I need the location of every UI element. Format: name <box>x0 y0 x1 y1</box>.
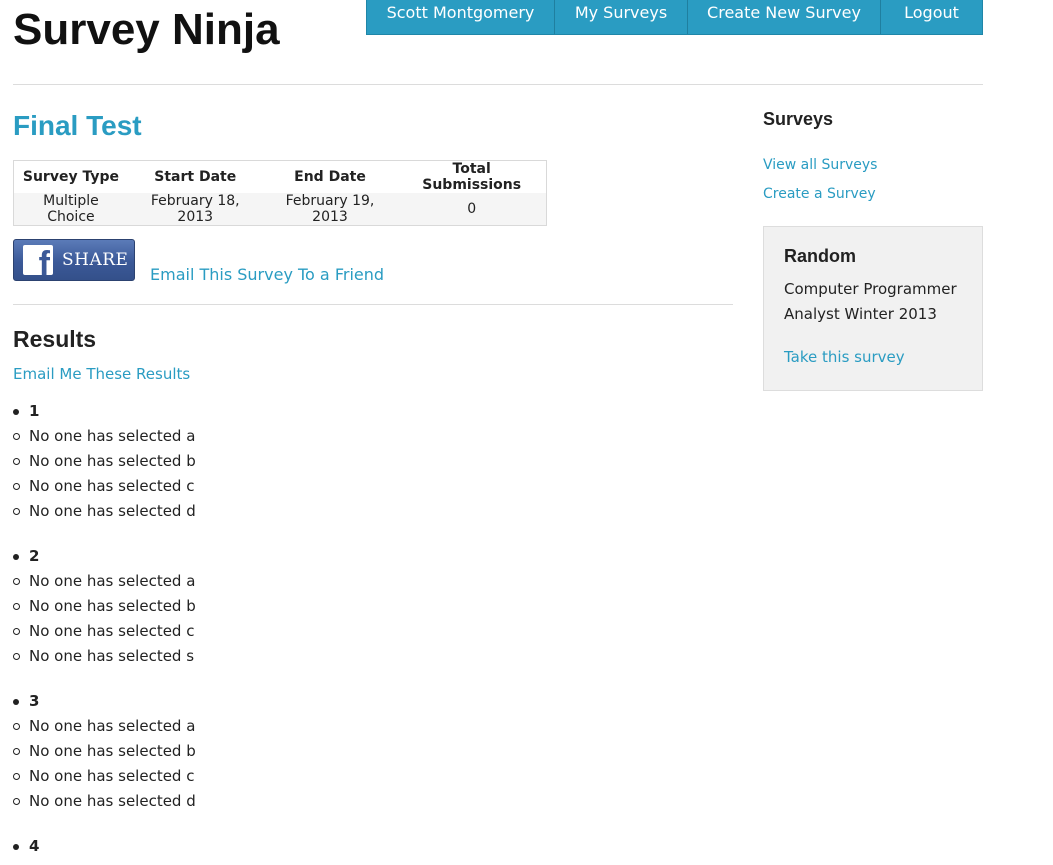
answer-text: No one has selected d <box>29 792 196 810</box>
list-item: No one has selected c <box>13 474 713 499</box>
answer-text: No one has selected c <box>29 477 195 495</box>
random-survey-name: Computer Programmer Analyst Winter 2013 <box>784 280 957 323</box>
create-survey-link[interactable]: Create a Survey <box>763 185 876 203</box>
header-divider <box>13 84 983 85</box>
bullet-circle-icon <box>13 628 20 635</box>
answer-text: No one has selected a <box>29 427 196 445</box>
list-item: No one has selected c <box>13 619 713 644</box>
sidebar-title: Surveys <box>763 109 834 129</box>
content-divider <box>13 304 733 305</box>
header-end-date: End Date <box>262 160 398 193</box>
answer-text: No one has selected c <box>29 767 195 785</box>
bullet-circle-icon <box>13 458 20 465</box>
table-header-row: Survey Type Start Date End Date Total Su… <box>13 160 547 193</box>
top-nav: Scott Montgomery My Surveys Create New S… <box>366 0 983 35</box>
question-number: 2 <box>13 544 713 569</box>
header-start-date: Start Date <box>127 160 263 193</box>
bullet-circle-icon <box>13 773 20 780</box>
list-item: No one has selected b <box>13 739 713 764</box>
facebook-logo-letter: f <box>38 245 50 275</box>
nav-create-new-survey[interactable]: Create New Survey <box>688 0 881 34</box>
list-item: No one has selected c <box>13 764 713 789</box>
nav-logout[interactable]: Logout <box>881 0 982 34</box>
bullet-circle-icon <box>13 508 20 515</box>
table-row: Multiple Choice February 18, 2013 Februa… <box>13 193 547 226</box>
question-number: 1 <box>13 399 713 424</box>
survey-info-table: Survey Type Start Date End Date Total Su… <box>13 160 547 226</box>
cell-survey-type: Multiple Choice <box>13 193 128 226</box>
bullet-circle-icon <box>13 748 20 755</box>
question-result: 4 <box>13 834 713 859</box>
answer-text: No one has selected b <box>29 452 196 470</box>
question-result: 3 No one has selected a No one has selecte… <box>13 689 713 814</box>
nav-user[interactable]: Scott Montgomery <box>367 0 555 34</box>
answer-text: No one has selected b <box>29 742 196 760</box>
answer-text: No one has selected c <box>29 622 195 640</box>
list-item: No one has selected d <box>13 789 713 814</box>
header-total-submissions: Total Submissions <box>397 160 547 193</box>
cell-total-submissions: 0 <box>397 193 547 226</box>
list-item: No one has selected s <box>13 644 713 669</box>
email-results-link[interactable]: Email Me These Results <box>13 364 190 384</box>
results-title: Results <box>13 326 97 352</box>
answer-text: No one has selected s <box>29 647 195 665</box>
question-number: 3 <box>13 689 713 714</box>
facebook-share-button[interactable]: f SHARE <box>13 239 135 281</box>
view-all-surveys-link[interactable]: View all Surveys <box>763 156 877 174</box>
answer-text: No one has selected b <box>29 597 196 615</box>
answer-text: No one has selected a <box>29 717 196 735</box>
cell-start-date: February 18, 2013 <box>127 193 263 226</box>
bullet-circle-icon <box>13 653 20 660</box>
question-number-text: 2 <box>29 547 40 565</box>
bullet-circle-icon <box>13 723 20 730</box>
random-survey-box: Random Computer Programmer Analyst Winte… <box>763 226 983 391</box>
list-item: No one has selected a <box>13 714 713 739</box>
answer-text: No one has selected d <box>29 502 196 520</box>
list-item: No one has selected a <box>13 424 713 449</box>
question-number: 4 <box>13 834 713 859</box>
bullet-circle-icon <box>13 578 20 585</box>
email-friend-link[interactable]: Email This Survey To a Friend <box>150 265 384 285</box>
bullet-disc-icon <box>13 844 19 850</box>
list-item: No one has selected b <box>13 594 713 619</box>
survey-title: Final Test <box>13 110 142 141</box>
header-survey-type: Survey Type <box>13 160 128 193</box>
cell-end-date: February 19, 2013 <box>262 193 398 226</box>
take-survey-link[interactable]: Take this survey <box>784 347 905 367</box>
page: Survey Ninja Scott Montgomery My Surveys… <box>0 0 1053 865</box>
question-number-text: 1 <box>29 402 40 420</box>
share-label: SHARE <box>62 250 129 270</box>
list-item: No one has selected d <box>13 499 713 524</box>
answer-text: No one has selected a <box>29 572 196 590</box>
question-number-text: 3 <box>29 692 40 710</box>
question-result: 1 No one has selected a No one has selecte… <box>13 399 713 524</box>
bullet-circle-icon <box>13 798 20 805</box>
site-brand[interactable]: Survey Ninja <box>13 4 280 56</box>
question-number-text: 4 <box>29 837 40 855</box>
bullet-circle-icon <box>13 603 20 610</box>
bullet-disc-icon <box>13 409 19 415</box>
nav-my-surveys[interactable]: My Surveys <box>555 0 688 34</box>
bullet-disc-icon <box>13 554 19 560</box>
facebook-icon: f <box>23 245 53 275</box>
question-result: 2 No one has selected a No one has selecte… <box>13 544 713 669</box>
bullet-disc-icon <box>13 699 19 705</box>
random-title: Random <box>784 246 856 266</box>
bullet-circle-icon <box>13 433 20 440</box>
list-item: No one has selected a <box>13 569 713 594</box>
results-list: 1 No one has selected a No one has selecte… <box>13 399 713 865</box>
list-item: No one has selected b <box>13 449 713 474</box>
bullet-circle-icon <box>13 483 20 490</box>
